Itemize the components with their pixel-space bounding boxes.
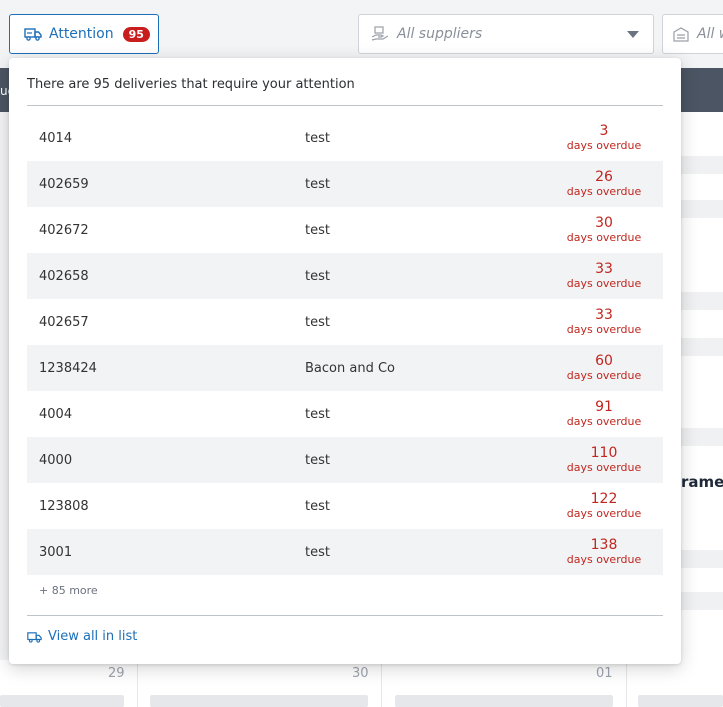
- delivery-row[interactable]: 4014 test 3 days overdue: [27, 115, 663, 161]
- overdue-indicator: 33 days overdue: [559, 307, 649, 336]
- overdue-indicator: 30 days overdue: [559, 215, 649, 244]
- supplier-select[interactable]: All suppliers: [358, 14, 654, 54]
- delivery-supplier: test: [305, 130, 330, 146]
- delivery-supplier: test: [305, 222, 330, 238]
- calendar-divider: [381, 660, 382, 707]
- delivery-id: 4004: [39, 406, 73, 422]
- background-stripe: [681, 200, 723, 218]
- delivery-row[interactable]: 402672 test 30 days overdue: [27, 207, 663, 253]
- view-all-label: View all in list: [48, 629, 138, 644]
- overdue-indicator: 26 days overdue: [559, 169, 649, 198]
- background-panel: [681, 112, 723, 672]
- overdue-label: days overdue: [566, 506, 642, 520]
- delivery-supplier: test: [305, 544, 330, 560]
- calendar-divider: [626, 660, 627, 707]
- deliveries-list: 4014 test 3 days overdue 402659 test 26 …: [27, 115, 663, 575]
- delivery-id: 4014: [39, 130, 73, 146]
- delivery-row[interactable]: 3001 test 138 days overdue: [27, 529, 663, 575]
- background-heading: rame: [681, 473, 723, 491]
- background-stripe: [681, 292, 723, 310]
- overdue-indicator: 122 days overdue: [559, 491, 649, 520]
- overdue-days: 33: [595, 307, 613, 324]
- delivery-row[interactable]: 402658 test 33 days overdue: [27, 253, 663, 299]
- delivery-id: 402672: [39, 222, 89, 238]
- overdue-label: days overdue: [566, 460, 642, 474]
- warehouse-select[interactable]: All w: [662, 14, 723, 54]
- background-stripe: [681, 338, 723, 356]
- delivery-row[interactable]: 1238424 Bacon and Co 60 days overdue: [27, 345, 663, 391]
- more-count: + 85 more: [39, 584, 98, 597]
- delivery-row[interactable]: 123808 test 122 days overdue: [27, 483, 663, 529]
- delivery-supplier: test: [305, 498, 330, 514]
- supplier-icon: [371, 26, 389, 41]
- delivery-supplier: test: [305, 176, 330, 192]
- delivery-id: 123808: [39, 498, 89, 514]
- delivery-id: 3001: [39, 544, 73, 560]
- delivery-truck-icon: [27, 631, 42, 643]
- delivery-supplier: test: [305, 268, 330, 284]
- overdue-days: 33: [595, 261, 613, 278]
- background-stripe: [681, 428, 723, 446]
- calendar-event[interactable]: [395, 695, 613, 707]
- supplier-select-placeholder: All suppliers: [397, 26, 483, 42]
- overdue-label: days overdue: [566, 138, 642, 152]
- calendar-event[interactable]: [0, 695, 124, 707]
- overdue-days: 110: [590, 445, 618, 462]
- overdue-indicator: 91 days overdue: [559, 399, 649, 428]
- overdue-days: 91: [595, 399, 613, 416]
- overdue-label: days overdue: [566, 414, 642, 428]
- divider: [27, 615, 663, 616]
- delivery-supplier: test: [305, 452, 330, 468]
- delivery-supplier: test: [305, 406, 330, 422]
- attention-popover: There are 95 deliveries that require you…: [9, 58, 681, 664]
- attention-count-badge: 95: [122, 26, 150, 42]
- overdue-days: 30: [595, 215, 613, 232]
- calendar-event[interactable]: [150, 695, 368, 707]
- divider: [27, 105, 663, 106]
- view-all-link[interactable]: View all in list: [27, 629, 137, 644]
- delivery-id: 402657: [39, 314, 89, 330]
- delivery-supplier: test: [305, 314, 330, 330]
- popover-header: There are 95 deliveries that require you…: [27, 77, 355, 92]
- overdue-indicator: 60 days overdue: [559, 353, 649, 382]
- delivery-id: 402659: [39, 176, 89, 192]
- attention-button[interactable]: Attention 95: [9, 14, 159, 54]
- delivery-id: 402658: [39, 268, 89, 284]
- calendar-event[interactable]: [638, 695, 723, 707]
- overdue-label: days overdue: [566, 184, 642, 198]
- overdue-days: 60: [595, 353, 613, 370]
- warehouse-icon: [673, 27, 689, 42]
- delivery-id: 4000: [39, 452, 73, 468]
- calendar-day: 29: [108, 666, 125, 681]
- delivery-row[interactable]: 4004 test 91 days overdue: [27, 391, 663, 437]
- calendar-divider: [137, 660, 138, 707]
- attention-label: Attention: [49, 26, 114, 42]
- calendar-day: 30: [352, 666, 369, 681]
- delivery-supplier: Bacon and Co: [305, 360, 395, 376]
- chevron-down-icon: [627, 31, 639, 38]
- overdue-indicator: 3 days overdue: [559, 123, 649, 152]
- calendar-day: 01: [596, 666, 613, 681]
- overdue-label: days overdue: [566, 322, 642, 336]
- background-stripe: [681, 592, 723, 610]
- overdue-indicator: 138 days overdue: [559, 537, 649, 566]
- overdue-days: 26: [595, 169, 613, 186]
- overdue-days: 138: [590, 537, 618, 554]
- delivery-row[interactable]: 402659 test 26 days overdue: [27, 161, 663, 207]
- overdue-label: days overdue: [566, 368, 642, 382]
- overdue-days: 122: [590, 491, 618, 508]
- overdue-label: days overdue: [566, 552, 642, 566]
- delivery-row[interactable]: 402657 test 33 days overdue: [27, 299, 663, 345]
- delivery-truck-icon: [24, 28, 42, 41]
- overdue-days: 3: [599, 123, 609, 140]
- delivery-id: 1238424: [39, 360, 97, 376]
- overdue-indicator: 33 days overdue: [559, 261, 649, 290]
- background-stripe: [681, 156, 723, 174]
- overdue-indicator: 110 days overdue: [559, 445, 649, 474]
- overdue-label: days overdue: [566, 230, 642, 244]
- delivery-row[interactable]: 4000 test 110 days overdue: [27, 437, 663, 483]
- overdue-label: days overdue: [566, 276, 642, 290]
- warehouse-select-placeholder: All w: [697, 26, 723, 42]
- background-stripe: [681, 550, 723, 568]
